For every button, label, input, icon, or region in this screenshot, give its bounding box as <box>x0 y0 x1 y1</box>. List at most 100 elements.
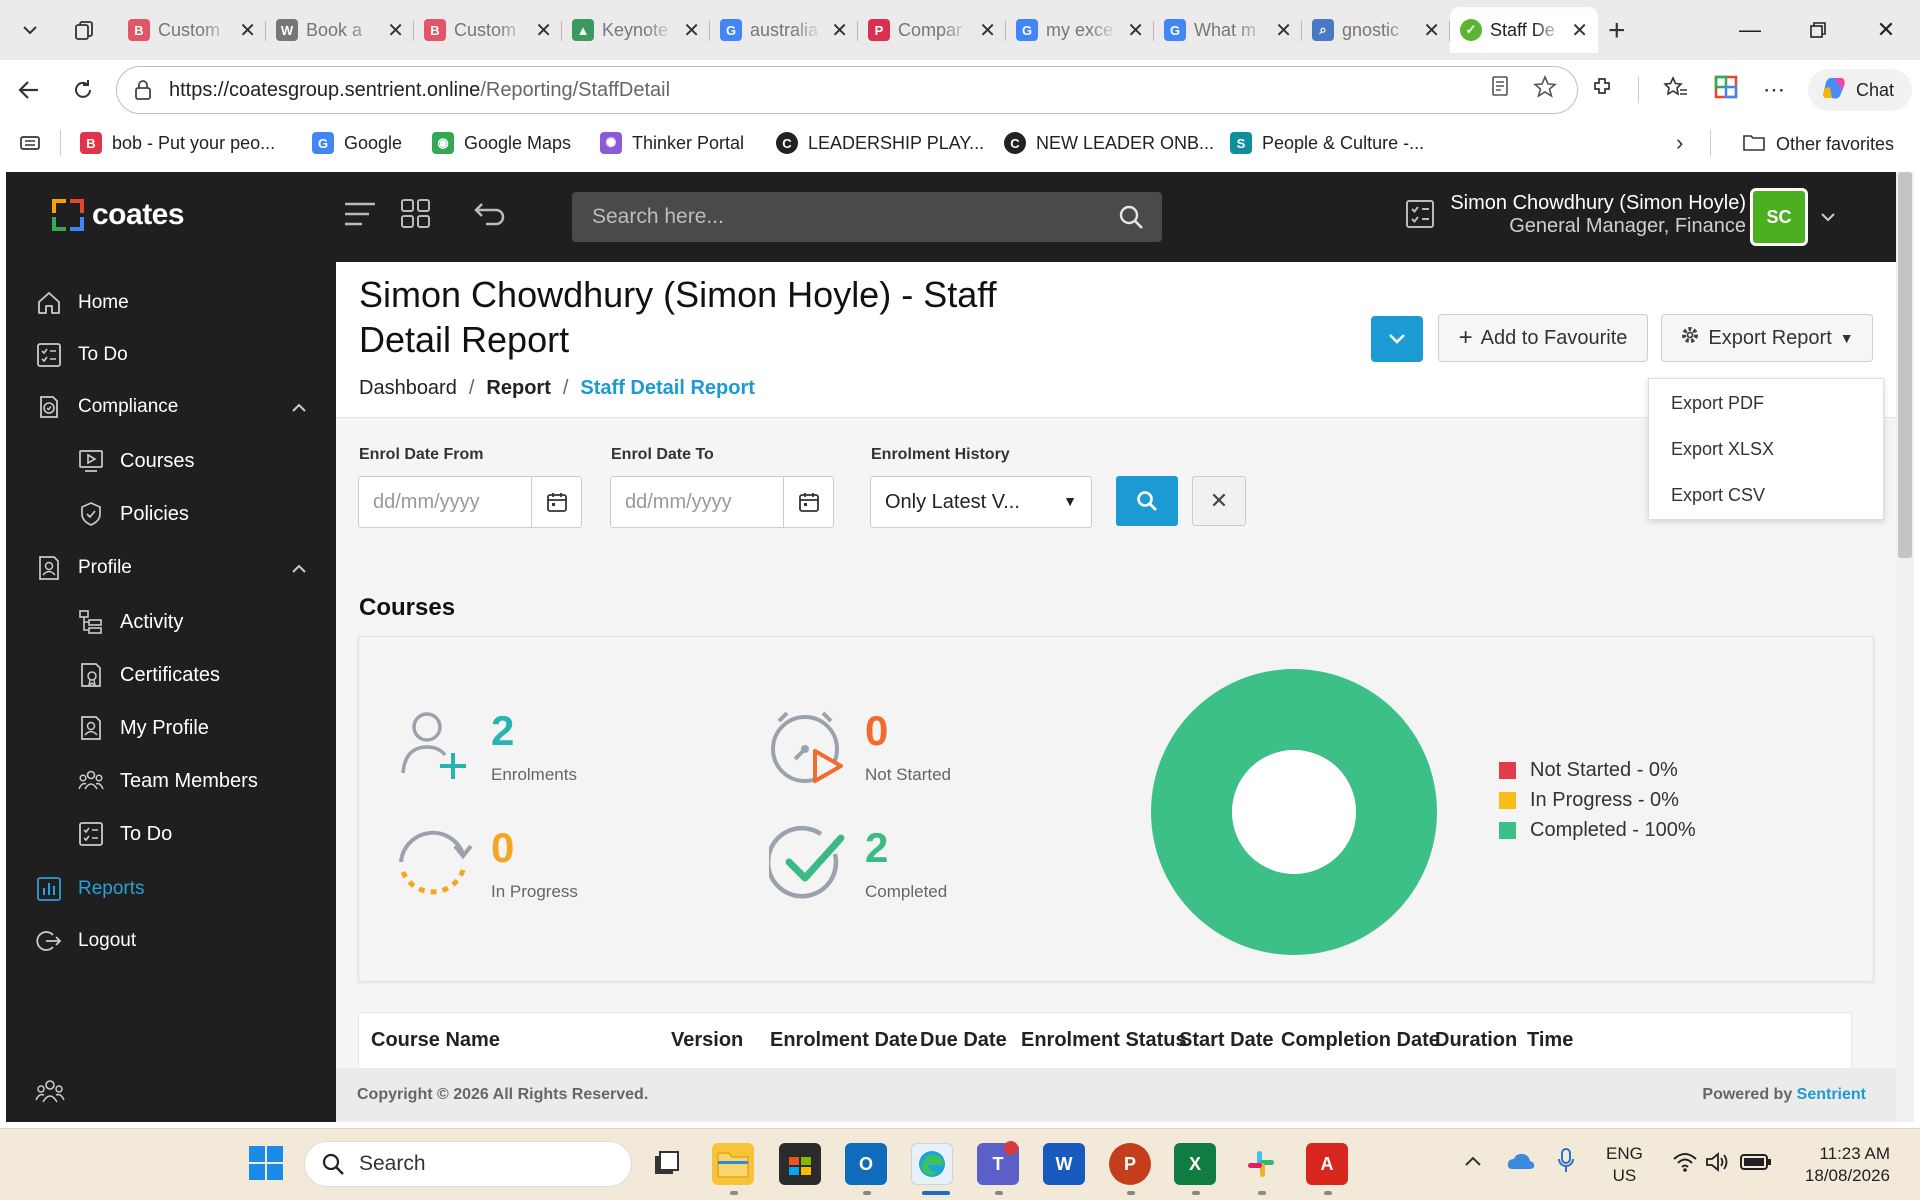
col-course-name[interactable]: Course Name <box>371 1029 500 1052</box>
calendar-icon[interactable] <box>531 477 581 527</box>
export-report-button[interactable]: Export Report ▼ <box>1661 314 1873 362</box>
collections-icon[interactable] <box>1713 74 1739 106</box>
export-pdf-item[interactable]: Export PDF <box>1671 393 1764 414</box>
favorite-link[interactable]: ◉ Google Maps <box>432 132 571 154</box>
close-tab-icon[interactable]: ✕ <box>1275 18 1292 43</box>
close-tab-icon[interactable]: ✕ <box>979 18 996 43</box>
powered-by-brand[interactable]: Sentrient <box>1797 1086 1866 1103</box>
close-tab-icon[interactable]: ✕ <box>535 18 552 43</box>
url-field[interactable]: https://coatesgroup.sentrient.online/Rep… <box>116 66 1578 114</box>
volume-icon[interactable] <box>1704 1151 1730 1178</box>
sidebar-item-courses[interactable]: Courses <box>76 446 194 476</box>
browser-tab[interactable]: ✓ Staff De ✕ <box>1450 7 1598 53</box>
favorite-link[interactable]: Bbob - Put your peo... <box>80 132 275 154</box>
back-button[interactable] <box>4 65 54 115</box>
task-view-icon[interactable] <box>646 1143 688 1185</box>
edge-browser-icon[interactable] <box>911 1143 953 1185</box>
sidebar-item-my-profile[interactable]: My Profile <box>76 713 209 743</box>
onedrive-weather-icon[interactable] <box>1506 1149 1536 1178</box>
sidebar-item-home[interactable]: Home <box>34 288 129 318</box>
global-search-input[interactable]: Search here... <box>572 192 1162 242</box>
tab-actions-icon[interactable] <box>18 132 42 159</box>
outlook-icon[interactable]: O <box>845 1143 887 1185</box>
new-tab-button[interactable]: + <box>1608 14 1626 48</box>
browser-tab[interactable]: B Custom ✕ <box>414 7 562 53</box>
close-window-button[interactable]: ✕ <box>1852 0 1920 60</box>
user-menu-chevron-icon[interactable] <box>1820 206 1836 227</box>
col-time[interactable]: Time <box>1527 1029 1573 1052</box>
close-tab-icon[interactable]: ✕ <box>1571 18 1588 43</box>
battery-icon[interactable] <box>1740 1153 1772 1176</box>
copilot-chat-button[interactable]: Chat <box>1808 69 1912 111</box>
sidebar-item-profile-todo[interactable]: To Do <box>76 819 172 849</box>
close-tab-icon[interactable]: ✕ <box>683 18 700 43</box>
col-duration[interactable]: Duration <box>1435 1029 1517 1052</box>
close-tab-icon[interactable]: ✕ <box>831 18 848 43</box>
favorite-link[interactable]: C LEADERSHIP PLAY... <box>776 132 984 154</box>
favorites-overflow-chevron-icon[interactable]: › <box>1676 130 1683 156</box>
workspaces-icon[interactable] <box>62 8 106 52</box>
browser-tab[interactable]: Gmy exce ✕ <box>1006 7 1154 53</box>
sidebar-item-profile[interactable]: Profile <box>34 553 132 583</box>
actions-dropdown-button[interactable] <box>1371 316 1423 362</box>
minimize-button[interactable]: — <box>1716 0 1784 60</box>
export-xlsx-item[interactable]: Export XLSX <box>1671 439 1774 460</box>
close-tab-icon[interactable]: ✕ <box>387 18 404 43</box>
close-tab-icon[interactable]: ✕ <box>1423 18 1440 43</box>
enrolment-history-select[interactable]: Only Latest V... ▼ <box>870 476 1092 528</box>
browser-tab[interactable]: ⌕ gnostic ✕ <box>1302 7 1450 53</box>
col-due-date[interactable]: Due Date <box>920 1029 1007 1052</box>
favorite-link[interactable]: C NEW LEADER ONB... <box>1004 132 1214 154</box>
search-filter-button[interactable] <box>1116 476 1178 526</box>
windows-start-icon[interactable] <box>248 1145 284 1186</box>
tasks-checklist-icon[interactable] <box>1402 196 1442 236</box>
system-clock[interactable]: 11:23 AM 18/08/2026 <box>1790 1143 1890 1187</box>
sidebar-item-reports[interactable]: Reports <box>34 874 145 904</box>
more-menu-icon[interactable]: ⋯ <box>1763 77 1787 103</box>
refresh-button[interactable] <box>58 65 108 115</box>
grid-apps-icon[interactable] <box>398 196 438 236</box>
favorite-link[interactable]: S People & Culture -... <box>1230 132 1424 154</box>
col-completion-date[interactable]: Completion Date <box>1281 1029 1440 1052</box>
tab-list-chevron-icon[interactable] <box>8 8 52 52</box>
sidebar-item-policies[interactable]: Policies <box>76 499 189 529</box>
extensions-icon[interactable] <box>1590 75 1614 105</box>
page-scrollbar[interactable] <box>1896 172 1914 1122</box>
taskbar-search-box[interactable]: Search <box>304 1141 632 1187</box>
col-version[interactable]: Version <box>671 1029 743 1052</box>
profile-collapse-chevron-icon[interactable] <box>291 561 307 577</box>
microsoft-store-icon[interactable] <box>779 1143 821 1185</box>
browser-tab[interactable]: B Custom ✕ <box>118 7 266 53</box>
search-icon[interactable] <box>1118 204 1144 230</box>
microphone-icon[interactable] <box>1556 1147 1576 1180</box>
powerpoint-icon[interactable]: P <box>1109 1143 1151 1185</box>
export-csv-item[interactable]: Export CSV <box>1671 485 1765 506</box>
enrol-date-from-input[interactable]: dd/mm/yyyy <box>358 476 582 528</box>
col-start-date[interactable]: Start Date <box>1179 1029 1273 1052</box>
tray-overflow-chevron-icon[interactable] <box>1464 1151 1482 1172</box>
people-network-icon[interactable] <box>34 1076 66 1113</box>
sidebar-item-activity[interactable]: Activity <box>76 607 183 637</box>
input-language[interactable]: ENG US <box>1606 1143 1643 1187</box>
wifi-icon[interactable] <box>1672 1151 1698 1178</box>
coates-logo[interactable]: coates <box>52 198 185 232</box>
sidebar-item-team-members[interactable]: Team Members <box>76 766 258 796</box>
clear-filter-button[interactable]: ✕ <box>1192 476 1246 526</box>
other-favorites[interactable]: Other favorites <box>1742 132 1894 157</box>
hamburger-menu-icon[interactable] <box>342 196 382 236</box>
user-info[interactable]: Simon Chowdhury (Simon Hoyle) General Ma… <box>1450 192 1746 238</box>
word-icon[interactable]: W <box>1043 1143 1085 1185</box>
avatar[interactable]: SC <box>1750 188 1808 246</box>
browser-tab[interactable]: ▲ Keynote ✕ <box>562 7 710 53</box>
reader-mode-icon[interactable] <box>1489 75 1511 105</box>
browser-tab[interactable]: G What m ✕ <box>1154 7 1302 53</box>
sidebar-item-todo[interactable]: To Do <box>34 340 128 370</box>
sidebar-item-logout[interactable]: Logout <box>34 926 136 956</box>
undo-back-icon[interactable] <box>472 196 512 236</box>
col-enrolment-date[interactable]: Enrolment Date <box>770 1029 918 1052</box>
favorites-list-icon[interactable] <box>1663 75 1689 105</box>
enrol-date-to-input[interactable]: dd/mm/yyyy <box>610 476 834 528</box>
add-to-favourite-button[interactable]: + Add to Favourite <box>1438 314 1648 362</box>
favorite-star-icon[interactable] <box>1532 74 1558 105</box>
col-enrolment-status[interactable]: Enrolment Status <box>1021 1029 1187 1052</box>
